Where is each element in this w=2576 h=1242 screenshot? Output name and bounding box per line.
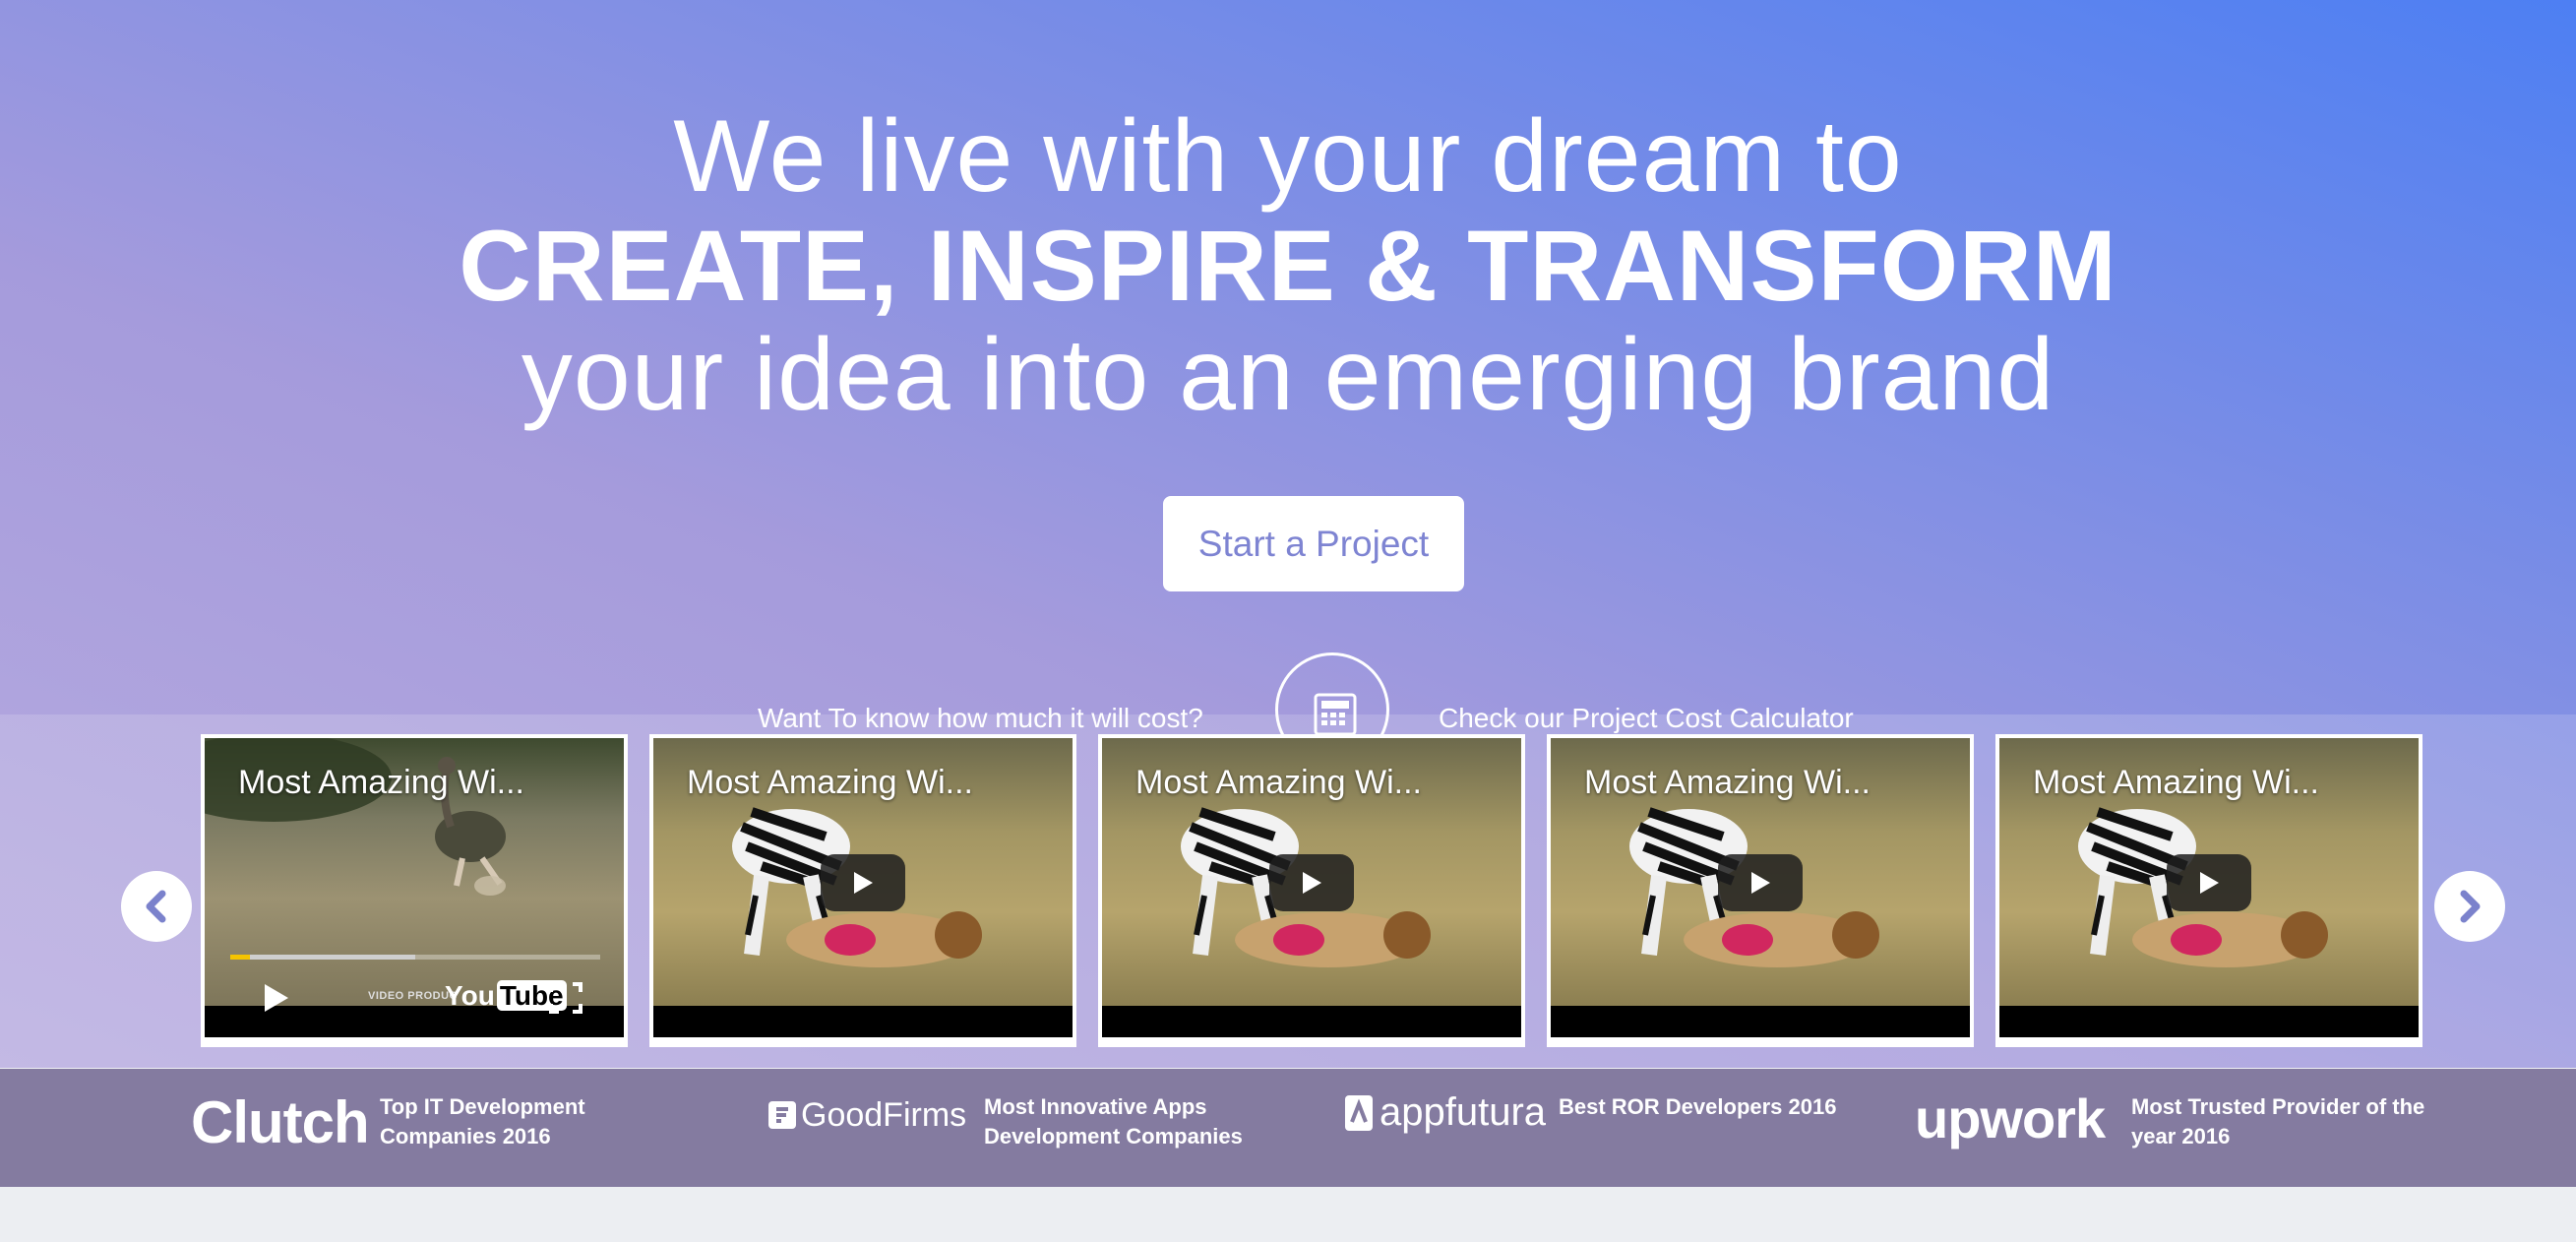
video-player[interactable]: Most Amazing Wi... VIDEO PRODUC You Tube (205, 738, 624, 1037)
video-title: Most Amazing Wi... (687, 764, 973, 801)
video-bottom-bar (1102, 1006, 1521, 1037)
goodfirms-logo: GoodFirms (801, 1096, 967, 1134)
video-card[interactable]: Most Amazing Wi... (649, 734, 1076, 1047)
carousel-prev-button[interactable] (121, 871, 192, 942)
award-text-line: Most Trusted Provider of the (2131, 1094, 2425, 1119)
play-icon (1303, 872, 1321, 894)
appfutura-logo: appfutura (1380, 1090, 1547, 1134)
award-text: Best ROR Developers 2016 (1559, 1092, 1836, 1122)
cost-question-text: Want To know how much it will cost? (758, 703, 1203, 733)
play-icon (1751, 872, 1770, 894)
video-player[interactable]: Most Amazing Wi... (1551, 738, 1970, 1037)
play-button[interactable] (821, 854, 905, 911)
video-card[interactable]: Most Amazing Wi... (1995, 734, 2423, 1047)
awards-bar: Clutch Top IT Development Companies 2016… (0, 1069, 2576, 1187)
award-text: Most Trusted Provider of the year 2016 (2131, 1092, 2424, 1151)
award-text-line: Development Companies (984, 1124, 1243, 1149)
play-icon (854, 872, 873, 894)
video-played-bar (230, 955, 250, 960)
video-player[interactable]: Most Amazing Wi... (1102, 738, 1521, 1037)
goodfirms-icon (768, 1101, 796, 1129)
award-text-line: Top IT Development (380, 1094, 585, 1119)
award-text-line: Best ROR Developers 2016 (1559, 1094, 1837, 1119)
headline-line-3: your idea into an emerging brand (521, 318, 2055, 432)
chevron-right-icon (2460, 890, 2481, 923)
video-card[interactable]: Most Amazing Wi... (1547, 734, 1974, 1047)
fullscreen-icon[interactable] (549, 982, 583, 1014)
video-bottom-bar (1999, 1006, 2419, 1037)
chevron-left-icon (146, 890, 166, 923)
start-project-button[interactable]: Start a Project (1163, 496, 1464, 591)
video-bottom-bar (1551, 1006, 1970, 1037)
video-title: Most Amazing Wi... (238, 764, 524, 801)
video-card[interactable]: Most Amazing Wi... VIDEO PRODUC You Tube (201, 734, 628, 1047)
award-text-line: Companies 2016 (380, 1124, 551, 1149)
clutch-logo: Clutch (191, 1089, 370, 1155)
play-button[interactable] (2167, 854, 2251, 911)
award-text: Top IT Development Companies 2016 (380, 1092, 585, 1151)
video-title: Most Amazing Wi... (2033, 764, 2319, 801)
carousel-next-button[interactable] (2434, 871, 2505, 942)
play-button[interactable] (1718, 854, 1803, 911)
headline-line-1: We live with your dream to (673, 99, 1903, 214)
appfutura-icon (1345, 1095, 1373, 1131)
video-buffered-bar (230, 955, 415, 960)
play-icon (2200, 872, 2219, 894)
next-section-strip (0, 1187, 2576, 1242)
video-player[interactable]: Most Amazing Wi... (1999, 738, 2419, 1037)
video-bottom-bar (205, 1029, 624, 1037)
video-title: Most Amazing Wi... (1584, 764, 1871, 801)
play-button[interactable] (1269, 854, 1354, 911)
calculator-icon (1314, 693, 1357, 736)
upwork-logo: upwork (1915, 1087, 2106, 1149)
video-bottom-bar (653, 1006, 1073, 1037)
video-title: Most Amazing Wi... (1135, 764, 1422, 801)
award-text: Most Innovative Apps Development Compani… (984, 1092, 1243, 1151)
award-text-line: year 2016 (2131, 1124, 2231, 1149)
video-card[interactable]: Most Amazing Wi... (1098, 734, 1525, 1047)
video-progress-bar[interactable] (230, 955, 600, 960)
award-text-line: Most Innovative Apps (984, 1094, 1207, 1119)
play-icon[interactable] (262, 982, 291, 1014)
headline-line-2: CREATE, INSPIRE & TRANSFORM (459, 210, 2117, 322)
video-player[interactable]: Most Amazing Wi... (653, 738, 1073, 1037)
cost-calculator-link[interactable]: Check our Project Cost Calculator (1439, 703, 1854, 734)
